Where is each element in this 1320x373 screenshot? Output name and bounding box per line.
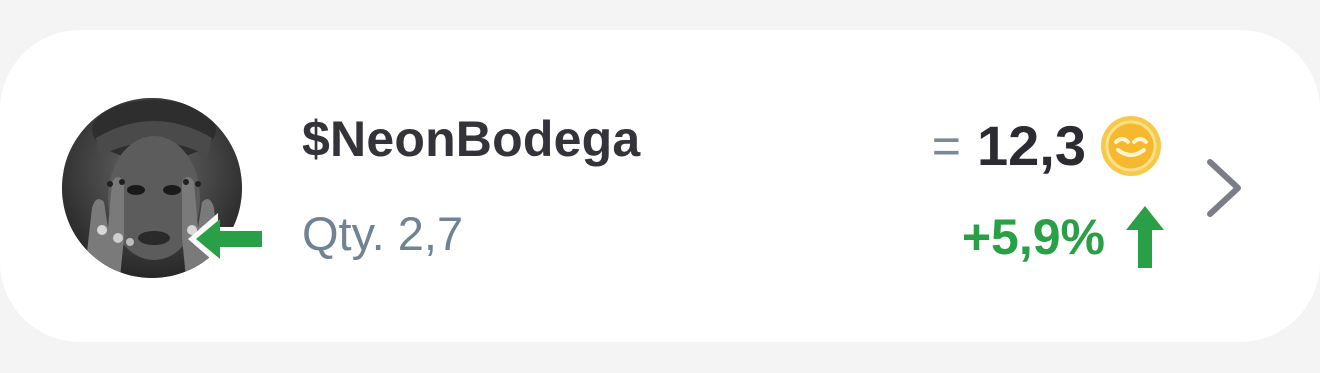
price-value: 12,3 — [977, 114, 1086, 177]
chevron-right-icon[interactable] — [1202, 156, 1246, 220]
asset-ticker: $NeonBodega — [302, 111, 641, 167]
price-change: +5,9% — [961, 209, 1105, 265]
asset-row-card[interactable]: $NeonBodega Qty. 2,7 = 12,3 +5,9% — [0, 30, 1320, 342]
avatar-container — [62, 98, 278, 278]
coin-icon — [1101, 116, 1161, 176]
approx-symbol: = — [931, 118, 961, 174]
change-row: +5,9% — [962, 202, 1165, 272]
arrow-left-icon — [182, 210, 282, 268]
price-row: = 12,3 — [932, 114, 1162, 178]
asset-quantity: Qty. 2,7 — [302, 207, 464, 260]
arrow-up-icon — [1126, 206, 1164, 268]
